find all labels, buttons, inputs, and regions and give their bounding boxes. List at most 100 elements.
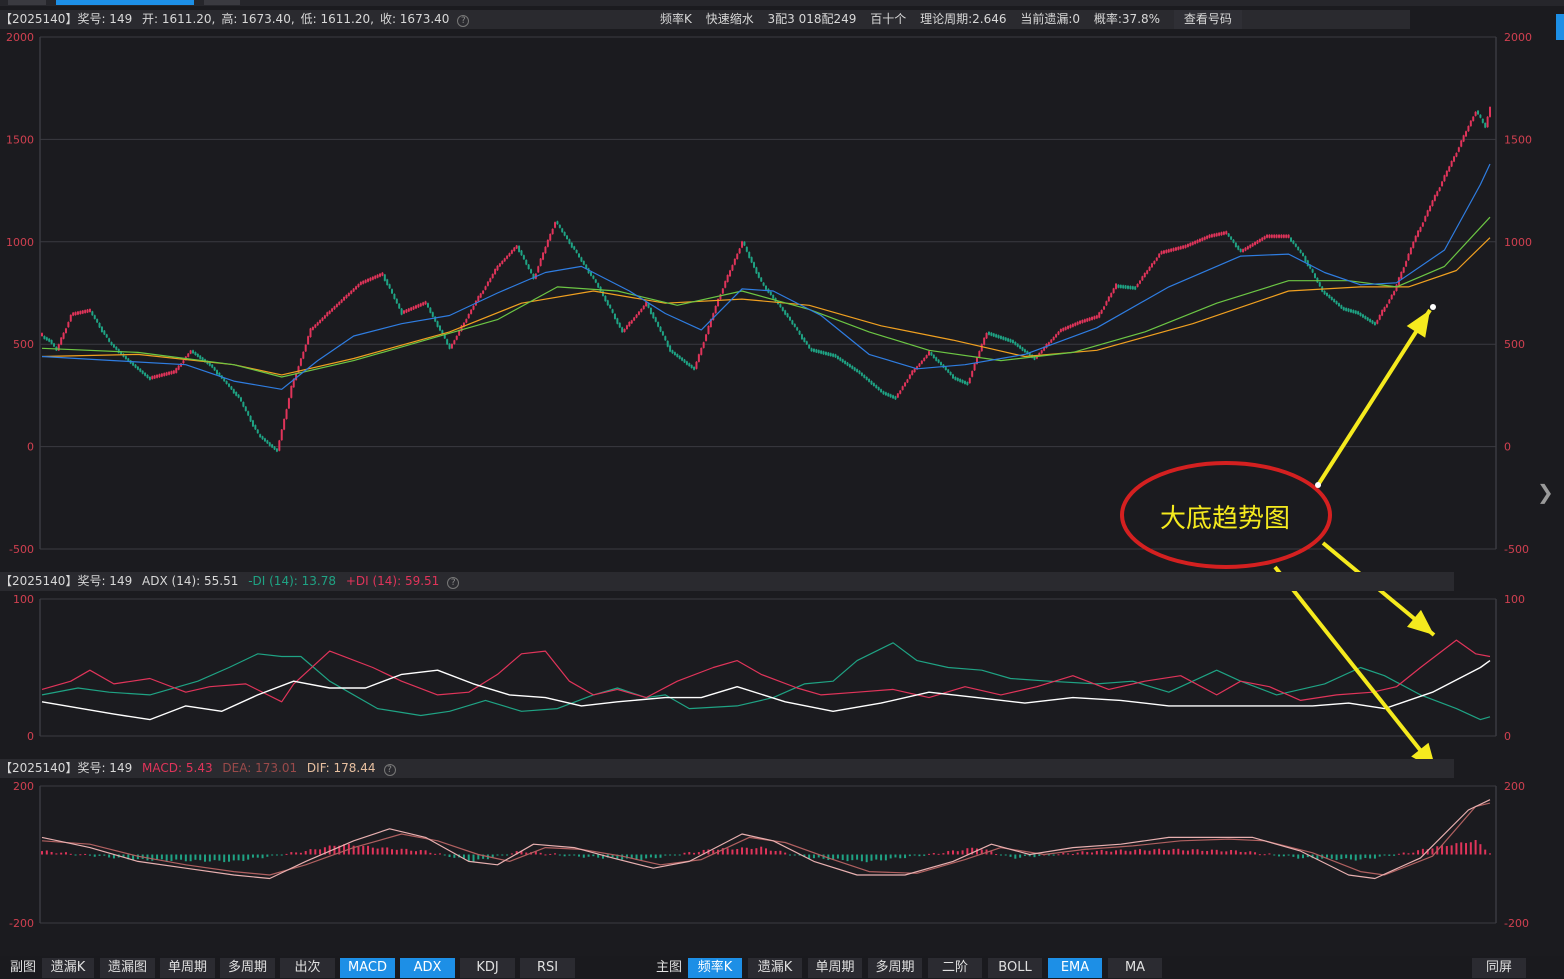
macd-bar [93, 854, 96, 857]
macd-bar [1297, 854, 1300, 859]
same-screen-button[interactable]: 同屏 [1472, 958, 1526, 978]
macd-bar [932, 853, 935, 855]
main-tab-frequency-k[interactable]: 频率K [688, 958, 742, 978]
candle-body [1174, 247, 1177, 251]
candle-body [542, 252, 545, 260]
main-ytick-left: 500 [13, 338, 34, 351]
candle-body [683, 359, 686, 363]
macd-bar [1465, 843, 1468, 855]
sub-tab-adx[interactable]: ADX [400, 958, 455, 978]
help-icon[interactable]: ? [447, 577, 460, 589]
candle-body [611, 309, 614, 313]
candle-body [271, 444, 274, 448]
macd-bar [1057, 854, 1060, 856]
macd-bar [923, 854, 926, 856]
macd-bar [937, 853, 940, 855]
sub-tab[interactable]: 遗漏K [42, 958, 94, 978]
macd-bar [237, 854, 240, 861]
candle-body [995, 334, 998, 338]
sub-tab[interactable]: 遗漏图 [100, 958, 155, 978]
candle-body [1287, 234, 1290, 238]
view-numbers-button[interactable]: 查看号码 [1173, 10, 1242, 29]
macd-bar [1397, 853, 1400, 855]
candle-body [335, 304, 338, 307]
candle-body [1177, 246, 1180, 250]
candle-body [1465, 131, 1468, 137]
candle-body [1201, 237, 1204, 241]
macd-bar [578, 854, 581, 857]
help-icon[interactable]: ? [457, 15, 470, 27]
candle-body [208, 362, 211, 366]
candle-body [367, 278, 370, 282]
main-tab[interactable]: 多周期 [868, 958, 922, 978]
main-tab[interactable]: 单周期 [808, 958, 862, 978]
candle-body [606, 300, 609, 306]
candle-body [973, 363, 976, 371]
sub-tab[interactable]: 单周期 [160, 958, 215, 978]
main-tab[interactable]: 二阶 [928, 958, 982, 978]
macd-bar [151, 854, 154, 861]
macd-bar [506, 854, 509, 856]
chevron-right-icon[interactable]: ❯ [1537, 480, 1554, 504]
candle-body [1342, 307, 1345, 311]
candle-body [642, 305, 645, 309]
plus-di-line [41, 639, 1491, 703]
macd-bar [1407, 853, 1410, 855]
candle-body [1191, 242, 1194, 245]
macd-bar [453, 854, 456, 858]
candle-body [1222, 231, 1225, 235]
sub-tab[interactable]: 出次 [280, 958, 335, 978]
status-item: 百十个 [870, 12, 907, 26]
candle-body [321, 317, 324, 321]
macd-bar [731, 849, 734, 855]
candle-body [1167, 249, 1170, 253]
candle-body [1424, 216, 1427, 222]
macd-bar [765, 848, 767, 855]
macd-bar [558, 854, 561, 856]
candle-body [779, 304, 782, 308]
candle-body [43, 336, 46, 339]
candle-body [637, 311, 640, 315]
macd-bar [880, 854, 883, 861]
candle-body [664, 336, 667, 341]
macd-bar [812, 854, 815, 859]
sub-tab-macd[interactable]: MACD [340, 958, 395, 978]
macd-bar [290, 852, 293, 855]
main-tab[interactable]: 遗漏K [748, 958, 802, 978]
macd-bar [295, 852, 298, 855]
side-panel-tab[interactable] [1556, 14, 1564, 40]
low-value: 低: 1611.20, [300, 12, 374, 26]
help-icon[interactable]: ? [383, 764, 396, 776]
candle-body [81, 310, 84, 314]
candle-body [851, 365, 854, 369]
candle-body [1311, 269, 1314, 273]
candle-body [877, 387, 880, 391]
macd-bar [549, 853, 552, 855]
macd-bar [271, 854, 274, 856]
sub-tab[interactable]: KDJ [460, 958, 515, 978]
candle-body [896, 393, 899, 398]
macd-bar [951, 850, 954, 855]
candle-body [1407, 253, 1410, 261]
candle-body [1153, 261, 1156, 264]
candle-body [836, 356, 839, 360]
candle-body [808, 344, 811, 349]
macd-bar [918, 854, 921, 857]
macd-bar [376, 848, 379, 855]
sub-tab[interactable]: 多周期 [220, 958, 275, 978]
macd-bar [103, 854, 106, 856]
candle-body [501, 260, 504, 264]
macd-bar [199, 854, 202, 861]
main-tab-ema[interactable]: EMA [1048, 958, 1102, 978]
candle-body [386, 279, 389, 285]
main-ytick-right: 0 [1504, 441, 1511, 454]
candle-body [1016, 343, 1019, 347]
main-tab[interactable]: BOLL [988, 958, 1042, 978]
sub-tab[interactable]: RSI [520, 958, 575, 978]
macd-bar [736, 848, 739, 855]
candle-body [906, 379, 909, 383]
main-tab[interactable]: MA [1108, 958, 1162, 978]
candle-body [1285, 234, 1288, 238]
candle-body [856, 369, 859, 373]
candle-body [74, 312, 77, 316]
